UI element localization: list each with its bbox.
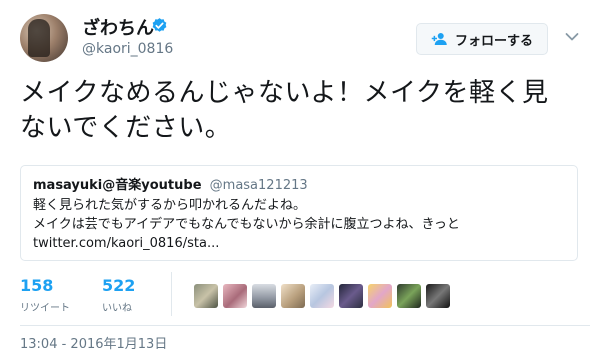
- quoted-tweet-header: masayuki@音楽youtube @masa121213: [33, 177, 565, 194]
- retweet-stat[interactable]: 158 リツイート: [20, 276, 70, 314]
- tweet-text-line: ないでください。: [20, 113, 232, 143]
- stats-divider: [171, 272, 172, 316]
- liker-avatar[interactable]: [426, 284, 450, 308]
- follow-button-label: フォローする: [454, 33, 533, 49]
- quoted-author-name: masayuki@音楽youtube: [33, 178, 202, 193]
- retweet-count: 158: [20, 276, 54, 295]
- quoted-author-handle: @masa121213: [209, 178, 308, 193]
- verified-badge-icon: [152, 18, 167, 32]
- follow-button[interactable]: フォローする: [416, 23, 548, 55]
- retweet-label: リツイート: [20, 303, 70, 314]
- liker-avatar[interactable]: [252, 284, 276, 308]
- liker-avatar[interactable]: [310, 284, 334, 308]
- author-handle[interactable]: @kaori_0816: [82, 41, 173, 57]
- liker-avatar[interactable]: [397, 284, 421, 308]
- liker-avatar[interactable]: [368, 284, 392, 308]
- tweet-text: メイクなめるんじゃないよ！メイクを軽く見 ないでください。: [20, 76, 590, 146]
- chevron-down-icon[interactable]: [565, 32, 579, 42]
- quoted-tweet-text: 軽く見られた気がするから叩かれるんだよね。 メイクは芸でもアイデアでもなんでもな…: [33, 196, 565, 253]
- author-name[interactable]: ざわちん: [82, 14, 154, 40]
- tweet-text-line: メイクなめるんじゃないよ！メイクを軽く見: [20, 78, 549, 108]
- author-avatar[interactable]: [20, 14, 68, 62]
- quoted-tweet-line: メイクは芸でもアイデアでもなんでもないから余計に腹立つよね、きっと: [33, 217, 460, 232]
- quoted-tweet-card[interactable]: masayuki@音楽youtube @masa121213 軽く見られた気がす…: [20, 165, 578, 261]
- liker-avatar[interactable]: [339, 284, 363, 308]
- tweet-timestamp[interactable]: 13:04 - 2016年1月13日: [20, 333, 167, 352]
- quoted-tweet-line: 軽く見られた気がするから叩かれるんだよね。: [33, 198, 307, 213]
- follow-user-icon: [431, 33, 447, 45]
- like-count: 522: [102, 276, 136, 295]
- divider: [20, 325, 590, 326]
- liker-avatar[interactable]: [194, 284, 218, 308]
- liker-avatar[interactable]: [223, 284, 247, 308]
- liker-avatar[interactable]: [281, 284, 305, 308]
- like-stat[interactable]: 522 いいね: [102, 276, 135, 314]
- like-label: いいね: [102, 303, 132, 314]
- quoted-tweet-link[interactable]: twitter.com/kaori_0816/sta...: [33, 234, 565, 253]
